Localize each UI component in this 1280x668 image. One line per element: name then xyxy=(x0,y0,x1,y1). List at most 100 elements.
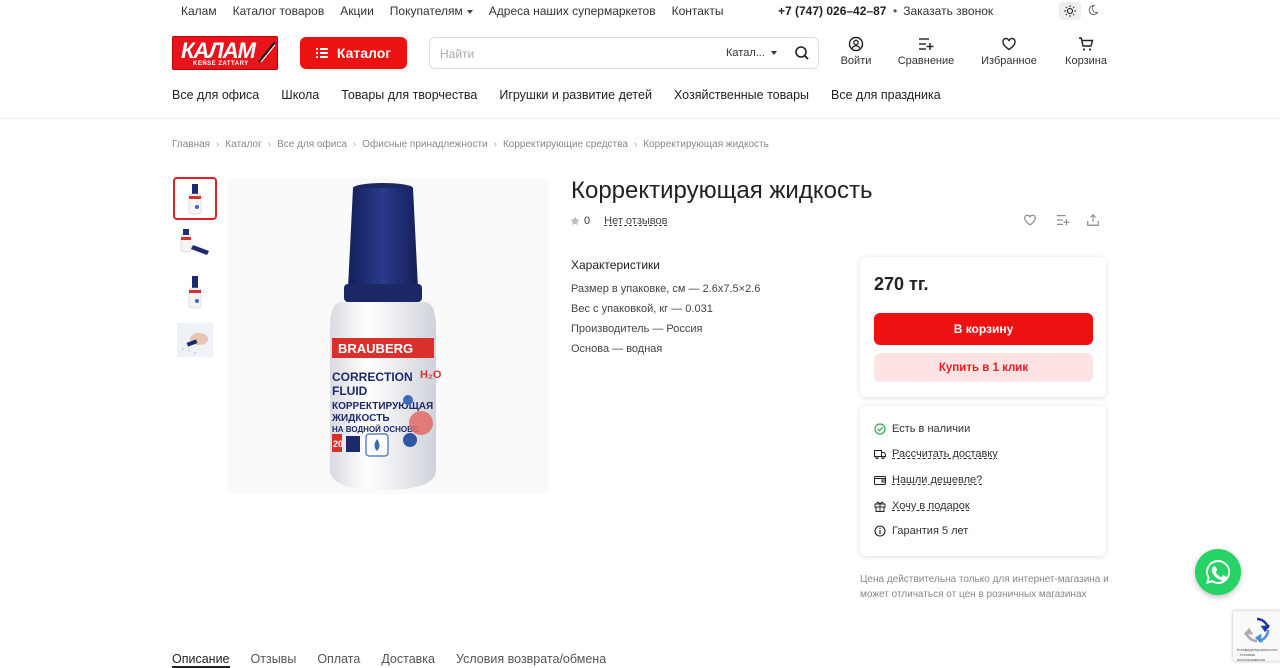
warranty-label: Гарантия 5 лет xyxy=(892,525,969,537)
in-stock-row: Есть в наличии xyxy=(874,423,970,435)
recaptcha-badge[interactable]: Конфиденциальность - Условия использован… xyxy=(1233,611,1280,662)
check-circle-icon xyxy=(874,423,886,435)
price-note: Цена действительна только для интернет-м… xyxy=(860,574,1109,600)
cheaper-row[interactable]: Нашли дешевле? xyxy=(874,474,982,486)
compare-label: Сравнение xyxy=(897,55,955,67)
callback-link[interactable]: Заказать звонок xyxy=(893,4,993,18)
delivery-row[interactable]: Рассчитать доставку xyxy=(874,448,998,460)
thumbnail[interactable] xyxy=(173,272,217,315)
page-title: Корректирующая жидкость xyxy=(571,177,873,204)
category-office[interactable]: Все для офиса xyxy=(172,88,259,102)
compare-icon[interactable] xyxy=(1056,213,1070,232)
sun-icon[interactable] xyxy=(1059,2,1081,20)
price-box: 270 тг. В корзину Купить в 1 клик xyxy=(860,257,1106,397)
user-icon xyxy=(848,36,864,52)
search-icon[interactable] xyxy=(794,45,810,66)
cart-label: Корзина xyxy=(1065,55,1107,67)
category-school[interactable]: Школа xyxy=(281,88,319,102)
image-volume: 20 xyxy=(333,439,343,449)
tab-returns[interactable]: Условия возврата/обмена xyxy=(456,652,606,668)
heart-icon xyxy=(1002,37,1016,51)
top-nav-catalog[interactable]: Каталог товаров xyxy=(233,4,325,18)
product-image[interactable]: BRAUBERG CORRECTION FLUID КОРРЕКТИРУЮЩАЯ… xyxy=(228,178,548,494)
characteristic-row: Размер в упаковке, см — 2.6x7.5×2.6 xyxy=(571,283,761,295)
category-toys[interactable]: Игрушки и развитие детей xyxy=(499,88,652,102)
tab-delivery[interactable]: Доставка xyxy=(381,652,435,668)
rating-value: 0 xyxy=(584,215,591,227)
theme-toggle[interactable] xyxy=(1059,2,1103,20)
wallet-icon xyxy=(874,476,886,485)
tab-description[interactable]: Описание xyxy=(172,652,230,668)
thumbnail[interactable] xyxy=(173,225,217,268)
top-bar: Калам Каталог товаров Акции Покупателям … xyxy=(0,0,1280,22)
recaptcha-text: Конфиденциальность - Условия использован… xyxy=(1237,647,1278,662)
image-line2: FLUID xyxy=(332,384,368,398)
want-as-gift-link[interactable]: Хочу в подарок xyxy=(892,500,970,512)
top-nav: Калам Каталог товаров Акции Покупателям … xyxy=(181,4,739,18)
top-nav-kalam[interactable]: Калам xyxy=(181,4,217,18)
whatsapp-button[interactable] xyxy=(1195,549,1241,595)
breadcrumb: Главная › Каталог › Все для офиса › Офисные… xyxy=(172,139,775,150)
breadcrumb-item[interactable]: Офисные принадлежности xyxy=(362,139,487,150)
search-box[interactable]: Найти Катал... xyxy=(429,37,819,69)
thumbnail[interactable] xyxy=(173,177,217,220)
breadcrumb-item[interactable]: Каталог xyxy=(225,139,261,150)
image-brand: BRAUBERG xyxy=(338,341,413,356)
top-nav-stores[interactable]: Адреса наших супермаркетов xyxy=(489,4,656,18)
characteristic-row: Производитель — Россия xyxy=(571,323,703,335)
add-to-cart-button[interactable]: В корзину xyxy=(874,313,1093,345)
breadcrumb-separator-icon: › xyxy=(493,139,497,150)
compare-icon xyxy=(919,38,934,50)
breadcrumb-item[interactable]: Главная xyxy=(172,139,210,150)
header: КАЛАМ KEŃSE ZATTARY Каталог Найти Катал.… xyxy=(0,36,1280,70)
login-button[interactable]: Войти xyxy=(836,36,876,67)
breadcrumb-current: Корректирующая жидкость xyxy=(643,139,769,150)
image-line3: КОРРЕКТИРУЮЩАЯ xyxy=(332,401,433,412)
top-nav-customers[interactable]: Покупателям xyxy=(390,4,473,18)
moon-icon[interactable] xyxy=(1087,4,1099,19)
breadcrumb-separator-icon: › xyxy=(352,139,357,150)
category-holiday[interactable]: Все для праздника xyxy=(831,88,941,102)
search-scope-select[interactable]: Катал... xyxy=(726,47,777,59)
in-stock-label: Есть в наличии xyxy=(892,423,971,435)
product-tabs: Описание Отзывы Оплата Доставка Условия … xyxy=(172,652,627,668)
category-household[interactable]: Хозяйственные товары xyxy=(674,88,809,102)
category-creativity[interactable]: Товары для творчества xyxy=(341,88,477,102)
thumbnail[interactable] xyxy=(173,319,217,362)
search-input[interactable]: Найти xyxy=(440,47,474,61)
image-line1: CORRECTION xyxy=(332,370,413,384)
breadcrumb-item[interactable]: Корректирующие средства xyxy=(503,139,628,150)
tab-payment[interactable]: Оплата xyxy=(317,652,360,668)
catalog-button-label: Каталог xyxy=(336,45,392,61)
rating-row: 0 Нет отзывов xyxy=(570,215,667,227)
truck-icon xyxy=(874,450,886,460)
characteristic-row: Вес с упаковкой, кг — 0.031 xyxy=(571,303,713,315)
category-nav: Все для офиса Школа Товары для творчеств… xyxy=(172,88,963,102)
cart-button[interactable]: Корзина xyxy=(1062,36,1110,67)
top-nav-contacts[interactable]: Контакты xyxy=(672,4,724,18)
info-box: Есть в наличии Рассчитать доставку Нашли… xyxy=(860,406,1106,556)
gift-icon xyxy=(874,501,886,512)
reviews-link[interactable]: Нет отзывов xyxy=(604,215,667,227)
found-cheaper-link[interactable]: Нашли дешевле? xyxy=(892,474,982,486)
tab-reviews[interactable]: Отзывы xyxy=(251,652,297,668)
favorites-button[interactable]: Избранное xyxy=(979,36,1039,67)
characteristics: Характеристики Размер в упаковке, см — 2… xyxy=(571,258,760,363)
login-label: Войти xyxy=(840,55,872,67)
phone-number[interactable]: +7 (747) 026–42–87 xyxy=(778,4,886,18)
price: 270 тг. xyxy=(874,274,929,294)
breadcrumb-item[interactable]: Все для офиса xyxy=(277,139,347,150)
pen-icon xyxy=(258,41,276,63)
characteristic-row: Основа — водная xyxy=(571,343,663,355)
gift-row[interactable]: Хочу в подарок xyxy=(874,500,970,512)
catalog-button[interactable]: Каталог xyxy=(300,37,407,69)
whatsapp-icon xyxy=(1206,559,1231,584)
compare-button[interactable]: Сравнение xyxy=(896,36,956,67)
buy-one-click-button[interactable]: Купить в 1 клик xyxy=(874,353,1093,382)
calculate-delivery-link[interactable]: Рассчитать доставку xyxy=(892,448,998,460)
share-icon[interactable] xyxy=(1086,213,1100,232)
heart-icon[interactable] xyxy=(1023,213,1037,232)
list-icon xyxy=(315,48,328,58)
logo[interactable]: КАЛАМ KEŃSE ZATTARY xyxy=(172,36,278,70)
top-nav-promos[interactable]: Акции xyxy=(340,4,374,18)
